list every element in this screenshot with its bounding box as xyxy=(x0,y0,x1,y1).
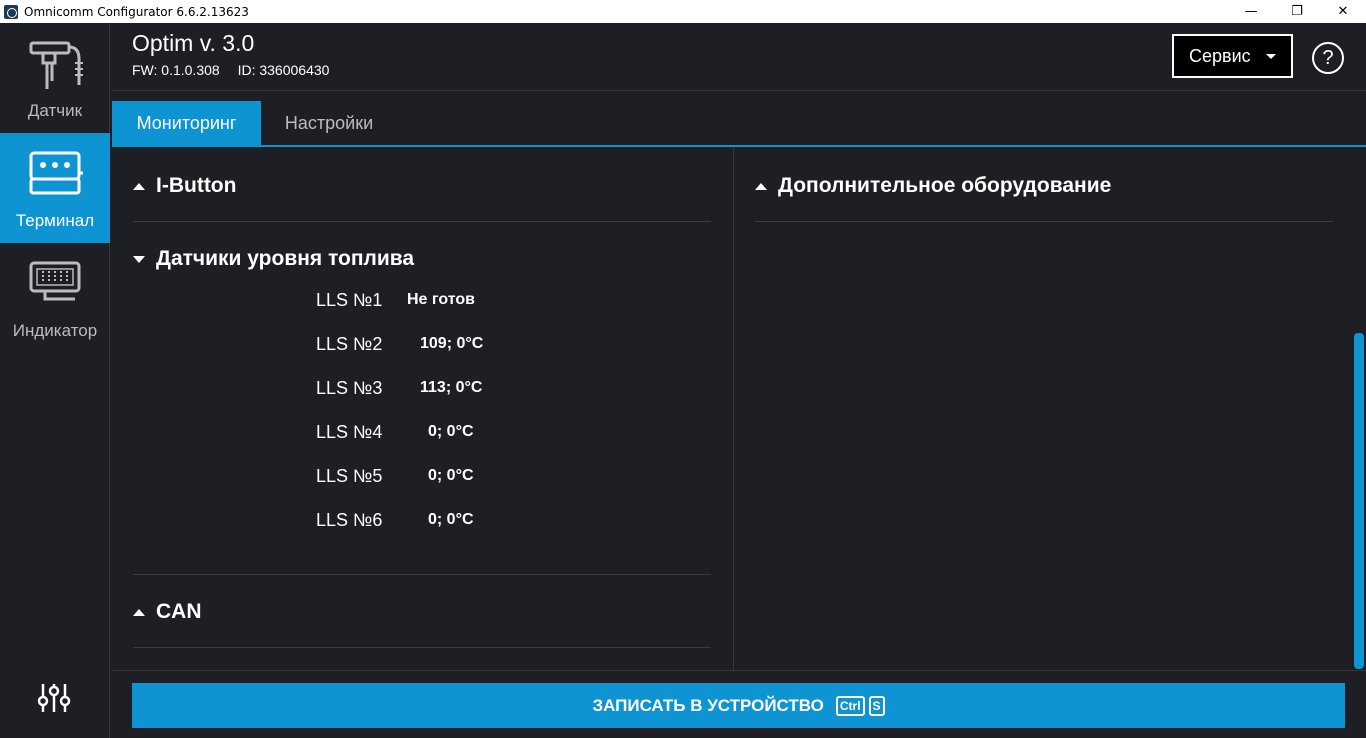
lls-name: LLS №2 xyxy=(316,334,383,354)
divider xyxy=(133,647,711,648)
close-button[interactable]: ✕ xyxy=(1320,0,1366,23)
divider xyxy=(133,574,711,575)
expand-arrow-icon xyxy=(133,255,145,263)
window-title: Omnicomm Configurator 6.6.2.13623 xyxy=(24,4,249,19)
sidebar-item-label: Датчик xyxy=(27,101,83,120)
section-title: I-Button xyxy=(156,174,237,197)
section-title: Датчики уровня топлива xyxy=(156,247,415,270)
sidebar-item-terminal[interactable]: Терминал xyxy=(0,133,110,243)
tab-settings[interactable]: Настройки xyxy=(261,101,397,145)
service-dropdown[interactable]: Сервис xyxy=(1172,34,1293,78)
lls-name: LLS №3 xyxy=(316,378,383,398)
lls-name: LLS №4 xyxy=(316,422,383,442)
section-ibutton[interactable]: I-Button xyxy=(133,174,236,198)
divider xyxy=(133,221,711,222)
restore-button[interactable]: ❐ xyxy=(1274,0,1320,23)
ctrl-key-hint: Ctrl xyxy=(835,695,865,716)
section-fuel-sensors[interactable]: Датчики уровня топлива xyxy=(133,247,414,271)
monitoring-right-panel xyxy=(734,147,1352,670)
minimize-button[interactable]: — xyxy=(1228,0,1274,23)
sidebar-item-label: Терминал xyxy=(15,211,95,230)
device-info: FW: 0.1.0.308 ID: 336006430 xyxy=(132,62,343,78)
section-can[interactable]: CAN xyxy=(133,600,202,624)
lls-name: LLS №5 xyxy=(316,466,383,486)
sidebar: Датчик Терминал Индикатор xyxy=(0,23,110,738)
collapse-arrow-icon xyxy=(133,182,145,190)
app-icon xyxy=(4,4,18,19)
s-key-hint: S xyxy=(868,695,885,716)
section-title: CAN xyxy=(156,600,202,623)
lls-value: Не готов xyxy=(407,291,475,308)
lls-value: 0; 0°C xyxy=(428,467,474,484)
lls-row: LLS №1 Не готов xyxy=(316,290,576,312)
footer-divider xyxy=(111,670,1366,671)
terminal-icon xyxy=(29,151,83,195)
help-icon: ? xyxy=(1322,46,1334,69)
tab-monitoring[interactable]: Мониторинг xyxy=(112,101,261,145)
lls-value: 113; 0°C xyxy=(420,379,483,396)
sidebar-item-label: Индикатор xyxy=(12,321,98,340)
divider xyxy=(755,221,1333,222)
header-divider xyxy=(111,90,1366,91)
collapse-arrow-icon xyxy=(755,182,767,190)
sidebar-item-indicator[interactable]: Индикатор xyxy=(0,243,110,353)
write-label: ЗАПИСАТЬ В УСТРОЙСТВО xyxy=(592,695,824,715)
lls-row: LLS №5 0; 0°C xyxy=(316,466,576,488)
lls-name: LLS №6 xyxy=(316,510,383,530)
lls-row: LLS №2 109; 0°C xyxy=(316,334,576,356)
lls-value: 109; 0°C xyxy=(420,335,484,352)
window-titlebar: Omnicomm Configurator 6.6.2.13623 — ❐ ✕ xyxy=(0,0,1366,23)
help-button[interactable]: ? xyxy=(1312,42,1344,74)
lls-row: LLS №4 0; 0°C xyxy=(316,422,576,444)
sidebar-item-sensor[interactable]: Датчик xyxy=(0,23,110,133)
lls-value: 0; 0°C xyxy=(428,511,474,528)
caret-down-icon xyxy=(1265,53,1276,59)
lls-value: 0; 0°C xyxy=(428,423,474,440)
scrollbar-thumb[interactable] xyxy=(1354,333,1364,669)
write-to-device-button[interactable]: ЗАПИСАТЬ В УСТРОЙСТВО Ctrl S xyxy=(132,683,1345,728)
settings-button[interactable] xyxy=(37,681,71,720)
firmware-version: FW: 0.1.0.308 xyxy=(132,62,220,78)
lls-name: LLS №1 xyxy=(316,290,383,310)
collapse-arrow-icon xyxy=(133,608,145,616)
device-title: Optim v. 3.0 xyxy=(132,30,255,56)
sensor-icon xyxy=(29,41,83,89)
monitoring-left-panel xyxy=(112,147,733,670)
service-label: Сервис xyxy=(1189,45,1251,66)
indicator-icon xyxy=(29,261,81,301)
lls-row: LLS №3 113; 0°C xyxy=(316,378,576,400)
section-title: Дополнительное оборудование xyxy=(778,174,1112,197)
lls-row: LLS №6 0; 0°C xyxy=(316,510,576,532)
section-extra-equipment[interactable]: Дополнительное оборудование xyxy=(755,174,1111,198)
device-id: ID: 336006430 xyxy=(237,62,330,78)
sliders-icon xyxy=(37,684,71,712)
